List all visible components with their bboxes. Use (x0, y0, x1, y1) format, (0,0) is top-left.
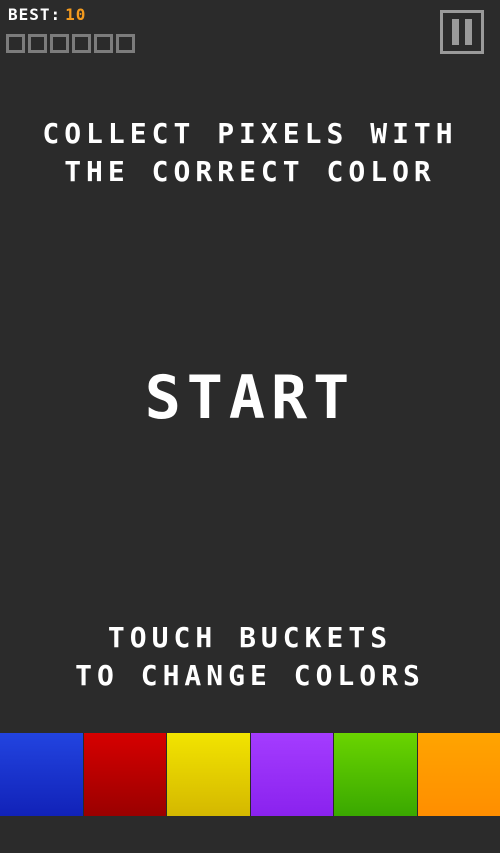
progress-slot (94, 34, 113, 53)
start-button[interactable]: START (0, 362, 500, 434)
best-value: 10 (65, 5, 87, 24)
progress-slot (72, 34, 91, 53)
collect-instruction-line-2: THE CORRECT COLOR (64, 155, 436, 188)
progress-slot (50, 34, 69, 53)
collect-instruction: COLLECT PIXELS WITH THE CORRECT COLOR (0, 115, 500, 191)
color-buckets (0, 733, 500, 816)
collect-instruction-line-1: COLLECT PIXELS WITH (42, 117, 458, 150)
progress-slot (6, 34, 25, 53)
bucket-purple[interactable] (250, 733, 334, 816)
best-score: BEST: 10 (8, 6, 86, 24)
progress-slot (116, 34, 135, 53)
bucket-green[interactable] (334, 733, 418, 816)
pause-button[interactable] (440, 10, 484, 54)
bucket-orange[interactable] (417, 733, 500, 816)
bucket-instruction: TOUCH BUCKETS TO CHANGE COLORS (0, 619, 500, 695)
pause-icon (449, 19, 475, 45)
bucket-yellow[interactable] (167, 733, 251, 816)
bucket-blue[interactable] (0, 733, 84, 816)
bucket-instruction-line-2: TO CHANGE COLORS (75, 659, 425, 692)
bucket-red[interactable] (83, 733, 167, 816)
best-label: BEST: (8, 5, 62, 24)
progress-slot (28, 34, 47, 53)
progress-meter (6, 34, 135, 53)
pause-icon-bar-right (465, 19, 472, 45)
pause-icon-bar-left (452, 19, 459, 45)
bucket-instruction-line-1: TOUCH BUCKETS (107, 621, 393, 654)
